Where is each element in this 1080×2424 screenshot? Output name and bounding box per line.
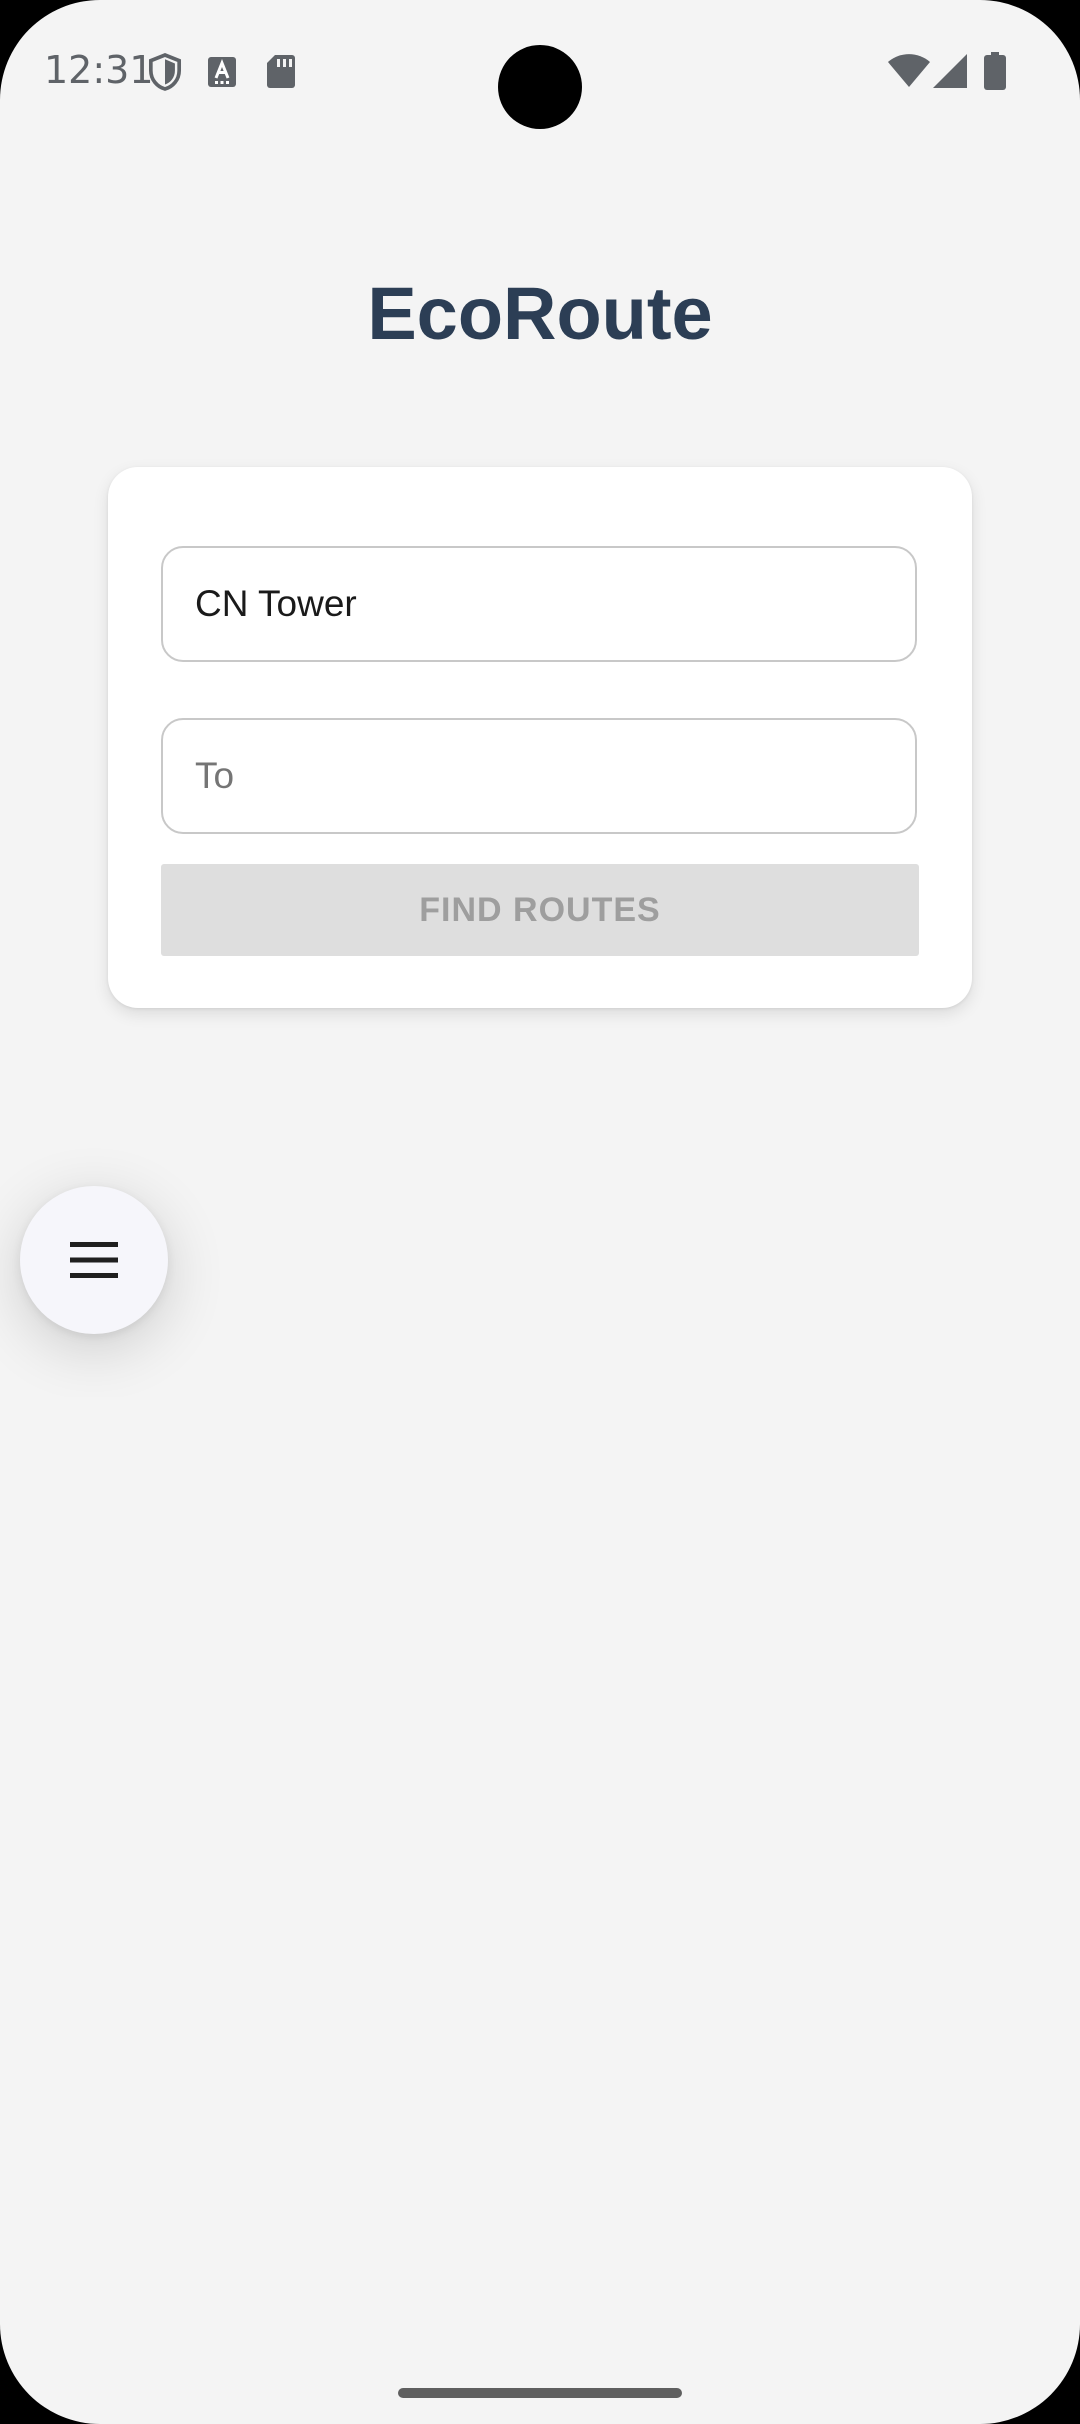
to-field[interactable] <box>161 718 917 834</box>
app-screen: 12:31 EcoRoute FIND ROUTES <box>0 0 1080 2424</box>
menu-button[interactable] <box>20 1186 168 1334</box>
wifi-icon <box>888 54 930 87</box>
find-routes-button[interactable]: FIND ROUTES <box>161 864 919 956</box>
font-a-icon <box>208 57 236 87</box>
route-search-card: FIND ROUTES <box>108 467 972 1008</box>
sd-card-icon <box>267 55 295 88</box>
cellular-signal-icon <box>933 54 967 88</box>
app-title: EcoRoute <box>367 272 713 355</box>
from-input[interactable] <box>163 548 915 660</box>
home-indicator[interactable] <box>398 2388 682 2398</box>
battery-icon <box>984 52 1006 90</box>
front-camera <box>498 45 582 129</box>
from-field[interactable] <box>161 546 917 662</box>
hamburger-menu-icon <box>70 1242 118 1278</box>
shield-icon <box>148 53 182 91</box>
to-input[interactable] <box>163 720 915 832</box>
status-time: 12:31 <box>44 48 154 92</box>
